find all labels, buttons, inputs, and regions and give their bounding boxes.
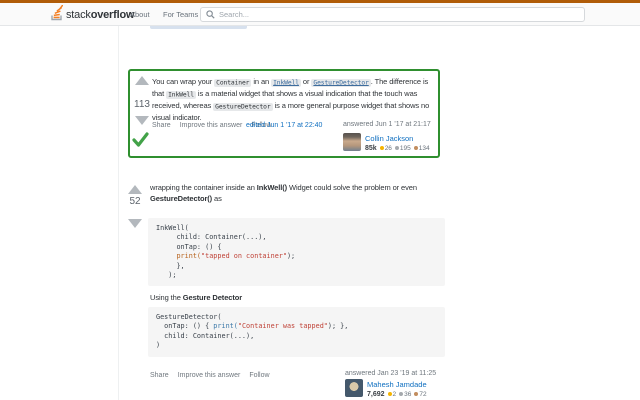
answered-timestamp: answered Jun 1 '17 at 21:17 (343, 121, 431, 128)
user-reputation: 7,692 2 36 72 (367, 391, 427, 398)
inline-bold: Gesture Detector (183, 293, 242, 302)
code-line: GestureDetector( (156, 313, 437, 322)
improve-link[interactable]: Improve this answer (180, 122, 243, 129)
upvote-button[interactable] (135, 76, 149, 85)
code-line: ); (156, 271, 437, 280)
answer-body: wrapping the container inside an InkWell… (150, 182, 436, 204)
nav-for-teams[interactable]: For Teams (158, 3, 203, 25)
avatar[interactable] (345, 379, 363, 397)
nav-about[interactable]: About (125, 3, 155, 25)
answer-text: You can wrap your (152, 77, 214, 86)
reputation-score: 85k (365, 145, 377, 152)
follow-link[interactable]: Follow (249, 372, 269, 379)
content-left-border (118, 26, 119, 400)
answer-text: Widget could solve the problem or even (287, 183, 417, 192)
inline-code-link[interactable]: InkWell (271, 79, 301, 87)
answered-timestamp: answered Jan 23 '19 at 11:25 (345, 370, 436, 377)
share-link[interactable]: Share (152, 122, 171, 129)
code-line: child: Container(...), (156, 233, 437, 242)
share-link[interactable]: Share (150, 372, 169, 379)
silver-badge-count: 195 (400, 145, 411, 152)
code-line: onTap: () { (156, 243, 437, 252)
upvote-button[interactable] (128, 185, 142, 194)
silver-badge-icon (399, 392, 403, 396)
vote-count: 52 (123, 196, 147, 207)
gold-badge-icon (380, 146, 384, 150)
code-token-print: print( (213, 322, 238, 330)
bronze-badge-icon (414, 146, 418, 150)
inline-code: GestureDetector (213, 103, 272, 111)
code-line: InkWell( (156, 224, 437, 233)
inline-code: InkWell (166, 91, 196, 99)
gold-badge-count: 2 (393, 391, 397, 398)
gold-badge-count: 26 (385, 145, 392, 152)
answer-text: as (212, 194, 222, 203)
downvote-button[interactable] (128, 219, 142, 228)
partial-highlighted-element (150, 26, 247, 29)
code-line: child: Container(...), (156, 332, 437, 341)
search-input[interactable] (219, 10, 579, 19)
search-icon (206, 6, 215, 24)
accepted-answer: 113 You can wrap your Container in an In… (128, 69, 440, 158)
accepted-check-icon (131, 130, 150, 149)
inline-code-link[interactable]: GestureDetector (311, 79, 370, 87)
user-reputation: 85k 26 195 134 (365, 145, 430, 152)
bronze-badge-icon (414, 392, 418, 396)
code-text: ); (287, 252, 295, 260)
user-name-link[interactable]: Collin Jackson (365, 134, 413, 143)
code-text: ); }, (328, 322, 348, 330)
inline-bold: InkWell() (257, 183, 287, 192)
code-text (156, 252, 176, 260)
code-line: }, (156, 262, 437, 271)
avatar[interactable] (343, 133, 361, 151)
silver-badge-count: 36 (404, 391, 411, 398)
edited-timestamp-link[interactable]: edited Jun 1 '17 at 22:40 (246, 122, 322, 129)
inline-code: Container (214, 79, 251, 87)
answer-text: Using the (150, 293, 183, 302)
bronze-badge-count: 72 (419, 391, 426, 398)
code-token-string: "tapped on container" (201, 252, 287, 260)
code-line: ) (156, 341, 437, 350)
vote-count: 113 (130, 99, 154, 110)
answer-text: in an (251, 77, 271, 86)
answer-text: or (301, 77, 311, 86)
stackoverflow-logo-icon (50, 5, 63, 26)
improve-link[interactable]: Improve this answer (178, 372, 241, 379)
silver-badge-icon (395, 146, 399, 150)
code-token-string: "Container was tapped" (238, 322, 328, 330)
site-header: stackoverflow About For Teams (0, 3, 640, 26)
answer-body: You can wrap your Container in an InkWel… (152, 76, 438, 123)
bronze-badge-count: 134 (419, 145, 430, 152)
code-line: print("tapped on container"); (156, 252, 437, 261)
search-box[interactable] (200, 7, 585, 22)
code-line: onTap: () { print("Container was tapped"… (156, 322, 437, 331)
answer-actions: Share Improve this answer Follow (150, 372, 270, 379)
code-block-gesturedetector: GestureDetector( onTap: () { print("Cont… (148, 307, 445, 357)
reputation-score: 7,692 (367, 391, 385, 398)
inline-bold: GestureDetector() (150, 194, 212, 203)
downvote-button[interactable] (135, 116, 149, 125)
code-token-print: print( (176, 252, 201, 260)
code-text: onTap: () { (156, 322, 213, 330)
user-name-link[interactable]: Mahesh Jamdade (367, 380, 427, 389)
using-gesture-detector-text: Using the Gesture Detector (150, 292, 242, 303)
stackoverflow-page: stackoverflow About For Teams 113 You (0, 0, 640, 400)
gold-badge-icon (388, 392, 392, 396)
code-block-inkwell: InkWell( child: Container(...), onTap: (… (148, 218, 445, 286)
answer-text: wrapping the container inside an (150, 183, 257, 192)
stackoverflow-logo[interactable]: stackoverflow (50, 7, 134, 23)
